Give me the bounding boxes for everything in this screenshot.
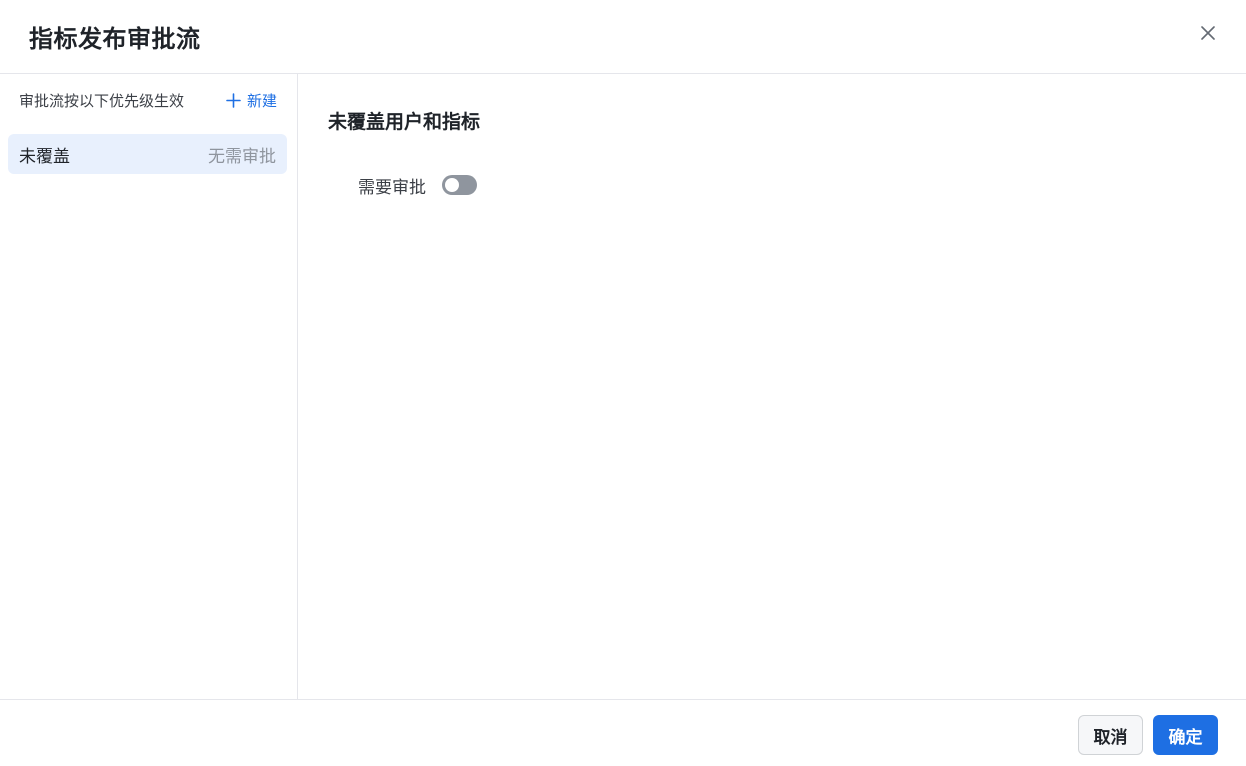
- close-button[interactable]: [1196, 21, 1220, 45]
- new-flow-button[interactable]: 新建: [226, 90, 277, 111]
- flow-item-uncovered[interactable]: 未覆盖 无需审批: [8, 134, 287, 174]
- toggle-knob: [445, 178, 459, 192]
- confirm-button[interactable]: 确定: [1153, 715, 1218, 755]
- sidebar-caption: 审批流按以下优先级生效: [19, 91, 185, 110]
- flow-item-status: 无需审批: [208, 146, 276, 167]
- close-icon: [1201, 26, 1215, 40]
- dialog-title: 指标发布审批流: [29, 25, 201, 53]
- flow-detail-panel: 未覆盖用户和指标 需要审批: [298, 74, 1246, 700]
- cancel-button[interactable]: 取消: [1078, 715, 1143, 755]
- require-approval-toggle[interactable]: [442, 175, 477, 195]
- require-approval-label: 需要审批: [358, 177, 426, 198]
- flow-item-name: 未覆盖: [19, 146, 70, 167]
- section-title: 未覆盖用户和指标: [328, 111, 481, 133]
- flow-sidebar: 审批流按以下优先级生效 新建 未覆盖 无需审批: [0, 74, 298, 700]
- new-flow-label: 新建: [246, 91, 277, 110]
- approval-flow-dialog: 指标发布审批流 审批流按以下优先级生效 新建 未覆盖 无需审批 未覆盖用户和指标…: [0, 0, 1246, 766]
- require-approval-row: 需要审批: [358, 173, 477, 198]
- dialog-header: 指标发布审批流: [0, 0, 1246, 74]
- plus-icon: [226, 92, 241, 108]
- sidebar-header: 审批流按以下优先级生效 新建: [19, 90, 277, 110]
- dialog-footer: 取消 确定: [0, 699, 1246, 766]
